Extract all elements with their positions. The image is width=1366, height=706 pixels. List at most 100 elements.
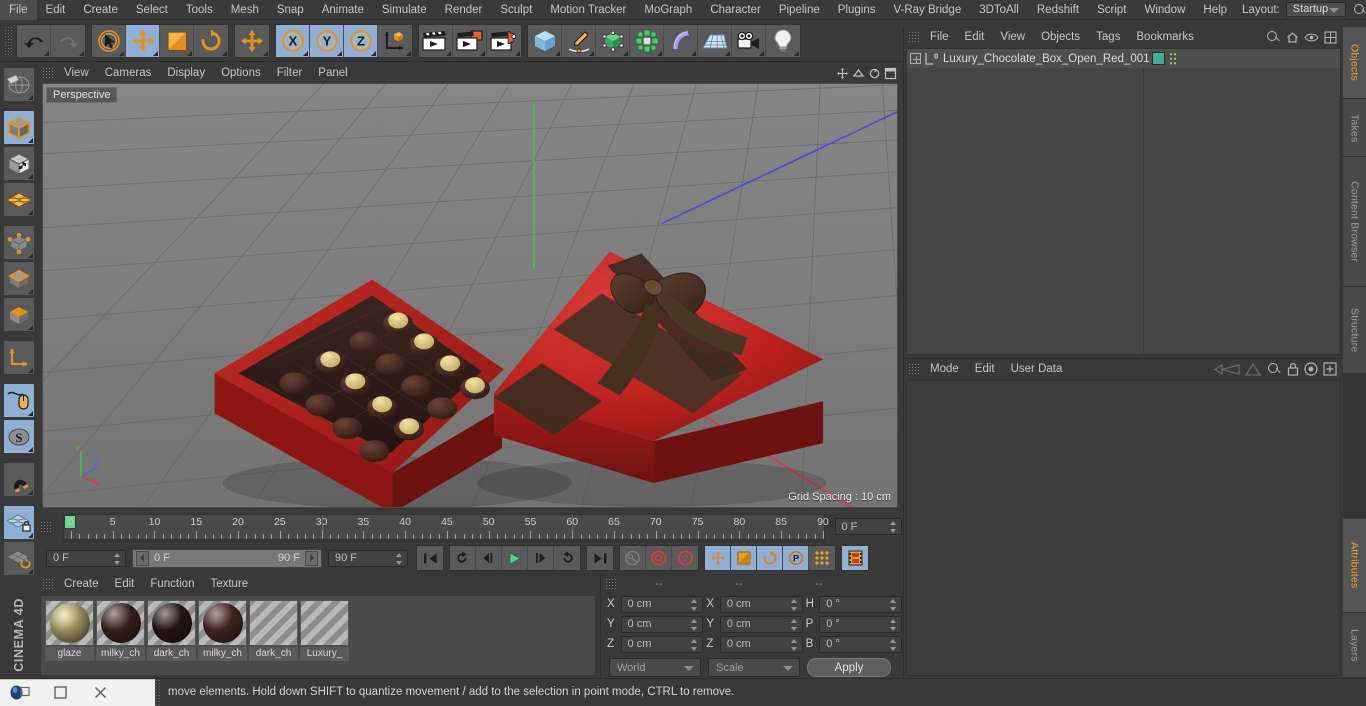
material-cell[interactable]: milky_ch bbox=[96, 600, 145, 661]
viewport-menu-filter[interactable]: Filter bbox=[269, 67, 311, 79]
vertical-tab-layers[interactable]: Layers bbox=[1343, 612, 1366, 678]
menu-item-simulate[interactable]: Simulate bbox=[373, 0, 436, 20]
pyramid-icon[interactable] bbox=[1245, 362, 1261, 376]
menu-item-pipeline[interactable]: Pipeline bbox=[770, 0, 829, 20]
menu-item-3dtoall[interactable]: 3DToAll bbox=[970, 0, 1028, 20]
end-frame-spinner[interactable] bbox=[396, 552, 403, 565]
key-parameter-button[interactable]: P bbox=[783, 546, 809, 570]
menu-item-motion-tracker[interactable]: Motion Tracker bbox=[541, 0, 635, 20]
material-menu-edit[interactable]: Edit bbox=[107, 578, 143, 590]
material-manager-drag-handle[interactable] bbox=[42, 578, 54, 590]
menu-item-tools[interactable]: Tools bbox=[177, 0, 222, 20]
viewport-menu-display[interactable]: Display bbox=[159, 67, 213, 79]
undo-button[interactable] bbox=[17, 24, 51, 57]
material-cell[interactable]: dark_ch bbox=[249, 600, 298, 661]
menu-item-plugins[interactable]: Plugins bbox=[829, 0, 885, 20]
apply-button[interactable]: Apply bbox=[807, 658, 891, 677]
step-forward-button[interactable] bbox=[528, 546, 554, 570]
attrmgr-menu-user-data[interactable]: User Data bbox=[1003, 363, 1071, 375]
timeline-ruler[interactable]: 051015202530354045505560657075808590 bbox=[62, 513, 829, 540]
edge-mode-button[interactable] bbox=[3, 261, 35, 296]
app-orb-icon[interactable] bbox=[0, 679, 40, 706]
object-tree[interactable]: 0 Luxury_Chocolate_Box_Open_Red_001 bbox=[906, 48, 1341, 355]
add-mograph-button[interactable] bbox=[630, 24, 664, 57]
lock-icon[interactable] bbox=[1287, 362, 1299, 376]
play-button[interactable] bbox=[502, 546, 528, 570]
viewport-menu-cameras[interactable]: Cameras bbox=[97, 67, 160, 79]
coord-spinner[interactable] bbox=[889, 638, 897, 651]
pan-icon[interactable] bbox=[836, 67, 849, 80]
attribute-manager-drag-handle[interactable] bbox=[908, 363, 920, 375]
transform-mode-select[interactable]: Scale bbox=[708, 658, 800, 677]
material-menu-function[interactable]: Function bbox=[142, 578, 202, 590]
redo-button[interactable] bbox=[51, 24, 85, 57]
range-start-handle[interactable] bbox=[136, 550, 149, 566]
timeline-frame-field[interactable]: 0 F bbox=[834, 518, 902, 535]
play-reverse-button[interactable] bbox=[450, 546, 476, 570]
add-camera-button[interactable] bbox=[732, 24, 766, 57]
go-to-start-button[interactable] bbox=[417, 546, 443, 570]
layout-select[interactable]: Startup bbox=[1285, 2, 1347, 17]
world-object-coords-button[interactable] bbox=[378, 24, 412, 57]
object-manager-drag-handle[interactable] bbox=[908, 31, 920, 43]
coord-spinner[interactable] bbox=[691, 618, 698, 631]
coord-position-field[interactable]: 0 cm bbox=[620, 615, 704, 633]
material-preview[interactable] bbox=[198, 600, 247, 646]
timeline-toggle-button[interactable] bbox=[842, 546, 868, 570]
vertical-tab-attributes[interactable]: Attributes bbox=[1343, 518, 1366, 613]
menu-item-redshift[interactable]: Redshift bbox=[1028, 0, 1088, 20]
render-view-button[interactable] bbox=[419, 24, 453, 57]
workplane-lock-button[interactable] bbox=[3, 505, 35, 540]
material-cell[interactable]: glaze bbox=[45, 600, 94, 661]
material-preview[interactable] bbox=[147, 600, 196, 646]
material-menu-create[interactable]: Create bbox=[56, 578, 107, 590]
range-end-handle[interactable] bbox=[305, 550, 318, 566]
render-region-button[interactable] bbox=[453, 24, 487, 57]
axis-mode-button[interactable] bbox=[3, 340, 35, 375]
attribute-manager-body[interactable] bbox=[906, 380, 1341, 676]
material-preview[interactable] bbox=[96, 600, 145, 646]
step-back-button[interactable] bbox=[476, 546, 502, 570]
menu-item-snap[interactable]: Snap bbox=[268, 0, 313, 20]
status-dots-icon[interactable] bbox=[1169, 52, 1176, 65]
menu-item-v-ray-bridge[interactable]: V-Ray Bridge bbox=[884, 0, 970, 20]
vertical-tab-objects[interactable]: Objects bbox=[1343, 27, 1366, 100]
search-icon[interactable] bbox=[1266, 361, 1282, 377]
vertical-tab-structure[interactable]: Structure bbox=[1343, 287, 1366, 375]
close-icon[interactable] bbox=[80, 679, 120, 706]
coord-rotation-field[interactable]: 0 ° bbox=[819, 635, 902, 653]
add-environment-button[interactable] bbox=[698, 24, 732, 57]
key-position-button[interactable] bbox=[705, 546, 731, 570]
enable-snap-button[interactable] bbox=[3, 383, 35, 418]
coord-spinner[interactable] bbox=[889, 598, 897, 611]
loop-playback-button[interactable] bbox=[554, 546, 580, 570]
target-icon[interactable] bbox=[1304, 362, 1318, 376]
add-nurbs-button[interactable] bbox=[596, 24, 630, 57]
current-frame-field[interactable]: 0 F bbox=[46, 549, 126, 567]
coord-spinner[interactable] bbox=[889, 618, 897, 631]
add-deformer-button[interactable] bbox=[664, 24, 698, 57]
coord-rotation-field[interactable]: 0 ° bbox=[819, 615, 902, 633]
status-drag-handle[interactable] bbox=[155, 678, 162, 706]
coord-spinner[interactable] bbox=[790, 598, 798, 611]
model-mode-button[interactable] bbox=[3, 110, 35, 145]
lock-y-button[interactable]: Y bbox=[310, 24, 344, 57]
menu-item-create[interactable]: Create bbox=[74, 0, 127, 20]
keyframe-help-button[interactable]: ? bbox=[672, 546, 698, 570]
material-cell[interactable]: Luxury_ bbox=[300, 600, 349, 661]
polygon-mode-button[interactable] bbox=[3, 297, 35, 332]
viewport-menu-options[interactable]: Options bbox=[213, 67, 269, 79]
material-list[interactable]: glaze milky_ch dark_ch milky_ch dark_ch Luxur… bbox=[40, 595, 596, 676]
coord-size-field[interactable]: 0 cm bbox=[719, 595, 803, 613]
coord-spinner[interactable] bbox=[790, 638, 798, 651]
move-tool-alt-button[interactable] bbox=[235, 24, 269, 57]
material-preview[interactable] bbox=[300, 600, 349, 646]
material-menu-texture[interactable]: Texture bbox=[202, 578, 256, 590]
material-preview[interactable] bbox=[45, 600, 94, 646]
coord-position-field[interactable]: 0 cm bbox=[620, 595, 704, 613]
objmgr-menu-objects[interactable]: Objects bbox=[1033, 31, 1088, 43]
key-pla-button[interactable] bbox=[809, 546, 835, 570]
objmgr-menu-view[interactable]: View bbox=[992, 31, 1033, 43]
attrmgr-menu-mode[interactable]: Mode bbox=[922, 363, 967, 375]
planar-workplane-button[interactable] bbox=[3, 541, 35, 576]
